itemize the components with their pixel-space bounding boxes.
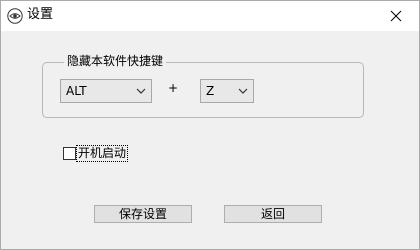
modifier-key-select[interactable]: ALT (60, 79, 152, 103)
modifier-key-value: ALT (66, 84, 87, 98)
chevron-down-icon (238, 88, 248, 94)
save-settings-button[interactable]: 保存设置 (94, 205, 192, 223)
settings-window: 设置 (0, 0, 420, 250)
startup-label[interactable]: 开机启动 (76, 145, 129, 162)
chevron-down-icon (136, 88, 146, 94)
back-button[interactable]: 返回 (224, 205, 322, 223)
startup-checkbox[interactable] (63, 147, 76, 160)
hotkey-group-label: 隐藏本软件快捷键 (64, 54, 167, 68)
hotkey-key-value: Z (206, 84, 215, 98)
hotkey-key-select[interactable]: Z (200, 79, 254, 103)
title-bar[interactable]: 设置 (1, 1, 419, 31)
eye-icon (7, 8, 23, 24)
close-button[interactable] (373, 1, 419, 31)
window-title: 设置 (27, 7, 54, 22)
plus-sign: + (168, 81, 179, 95)
close-icon (390, 10, 402, 22)
